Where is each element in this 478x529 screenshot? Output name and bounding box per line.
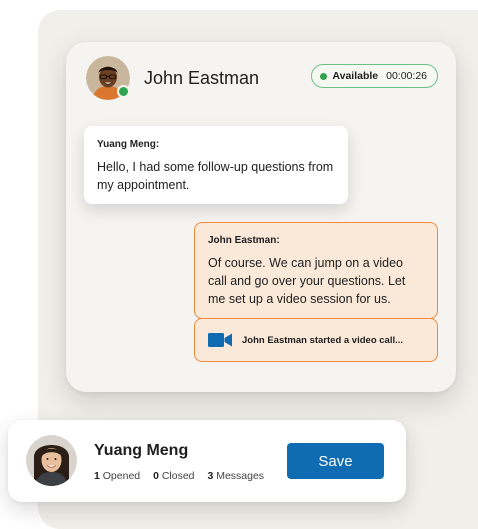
status-label: Available xyxy=(332,70,379,82)
agent-avatar[interactable] xyxy=(86,56,130,100)
agent-name: John Eastman xyxy=(144,68,260,88)
message-sender: Yuang Meng: xyxy=(97,139,160,150)
customer-avatar[interactable] xyxy=(26,435,77,486)
call-timer: 00:00:26 xyxy=(386,70,427,82)
video-call-text: John Eastman started a video call... xyxy=(242,334,404,346)
video-call-notice[interactable]: John Eastman started a video call... xyxy=(194,318,438,362)
chat-header: John Eastman Available 00:00:26 xyxy=(86,56,438,102)
message-sender: John Eastman: xyxy=(208,235,280,246)
status-badge[interactable]: Available 00:00:26 xyxy=(311,64,438,88)
status-dot-icon xyxy=(320,72,328,80)
message-text: Of course. We can jump on a video call a… xyxy=(208,256,406,306)
customer-name: Yuang Meng xyxy=(94,442,189,459)
save-button[interactable]: Save xyxy=(287,443,384,479)
online-indicator xyxy=(117,85,130,98)
agent-message: John Eastman: Of course. We can jump on … xyxy=(194,222,438,319)
stat-closed: 0 Closed xyxy=(153,470,195,482)
stat-messages: 3 Messages xyxy=(207,470,265,482)
video-camera-icon xyxy=(208,333,232,347)
stat-opened: 1 Opened xyxy=(94,470,141,482)
chat-window: John Eastman Available 00:00:26 Yuang Me… xyxy=(66,42,456,392)
customer-stats: 1 Opened 0 Closed 3 Messages xyxy=(94,470,274,482)
message-text: Hello, I had some follow-up questions fr… xyxy=(97,160,334,192)
customer-message: Yuang Meng: Hello, I had some follow-up … xyxy=(84,126,348,204)
customer-profile-card: Yuang Meng 1 Opened 0 Closed 3 Messages … xyxy=(8,420,406,502)
